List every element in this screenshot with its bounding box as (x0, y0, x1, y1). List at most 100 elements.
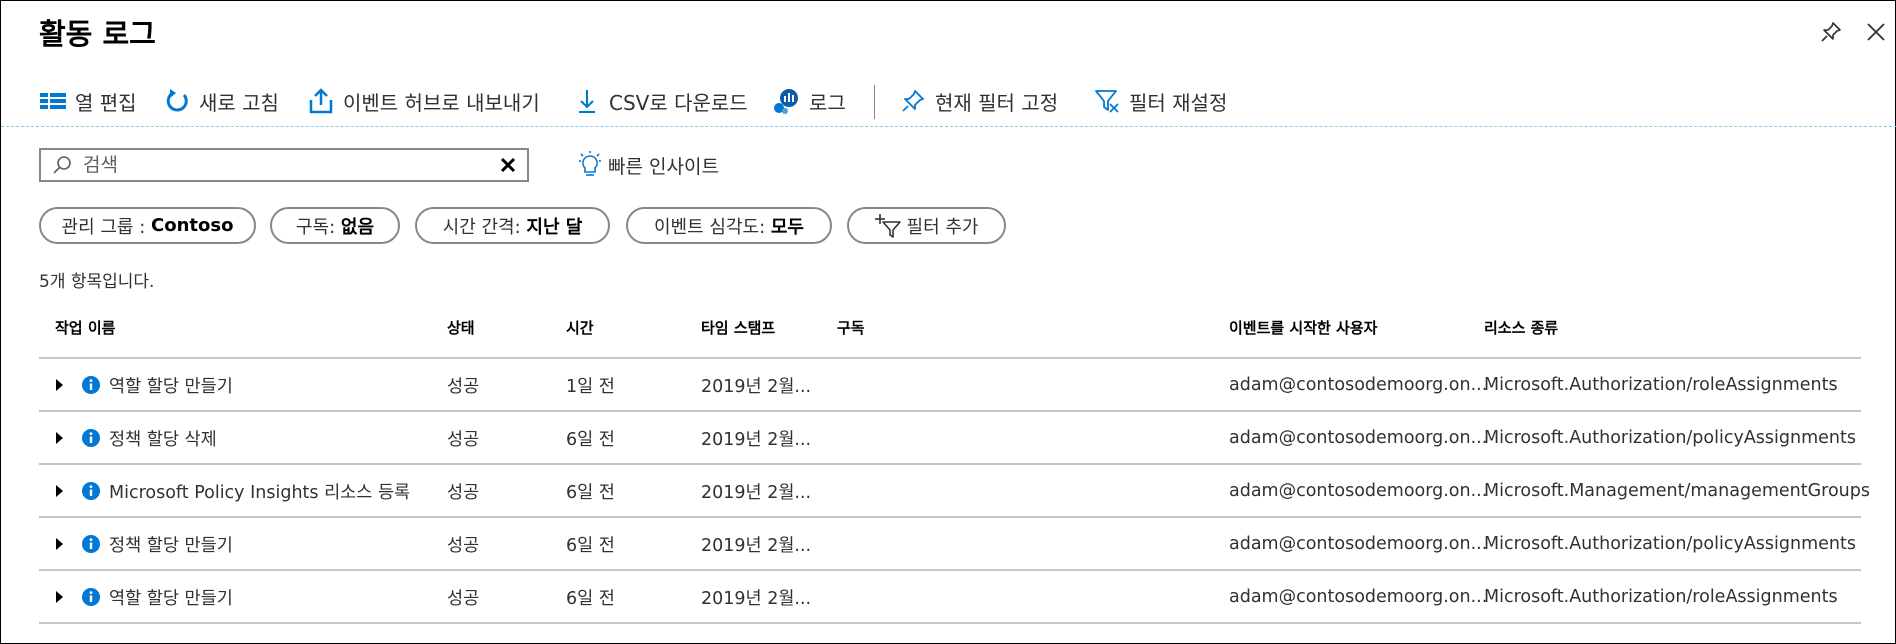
table-row[interactable]: 역할 할당 만들기 성공 6일 전 2019년 2월... adam@contosode… (39, 571, 1861, 624)
time-cell: 6일 전 (566, 535, 615, 556)
operation-name: 정책 할당 삭제 (109, 429, 217, 450)
resource-type-cell: Microsoft.Management/managementGroups (1484, 481, 1870, 501)
add-filter-icon (874, 213, 901, 238)
operation-cell: 정책 할당 삭제 (49, 412, 429, 464)
column-header-subscription[interactable]: 구독 (837, 317, 865, 338)
column-header-time[interactable]: 시간 (566, 317, 594, 338)
time-cell: 1일 전 (566, 376, 615, 397)
resource-type-cell: Microsoft.Authorization/policyAssignment… (1484, 534, 1856, 554)
toolbar-divider (874, 85, 875, 119)
time-cell: 6일 전 (566, 429, 615, 450)
initiated-by-cell: adam@contosodemoorg.on... (1229, 375, 1488, 395)
operation-name: 역할 할당 만들기 (109, 588, 233, 609)
refresh-icon (163, 87, 191, 115)
info-icon (81, 587, 101, 607)
column-header-timestamp[interactable]: 타임 스탬프 (701, 317, 775, 338)
time-cell: 6일 전 (566, 482, 615, 503)
initiated-by-cell: adam@contosodemoorg.on... (1229, 587, 1488, 607)
status-cell: 성공 (447, 588, 480, 609)
timestamp-cell: 2019년 2월... (701, 588, 812, 609)
pin-button[interactable] (1816, 17, 1846, 47)
status-cell: 성공 (447, 429, 480, 450)
expand-row-icon[interactable] (49, 481, 69, 501)
download-csv-label: CSV로 다운로드 (609, 90, 748, 115)
table-row[interactable]: 역할 할당 만들기 성공 1일 전 2019년 2월... adam@contosode… (39, 359, 1861, 412)
filter-pill-management-group[interactable]: 관리 그룹 : Contoso (39, 207, 256, 244)
column-header-resource-type[interactable]: 리소스 종류 (1484, 317, 1558, 338)
logs-label: 로그 (809, 90, 846, 115)
filter-label: 이벤트 심각도: (654, 216, 771, 238)
edit-columns-label: 열 편집 (75, 90, 137, 115)
operation-cell: 역할 할당 만들기 (49, 359, 429, 411)
search-icon (49, 152, 75, 178)
filter-value: 없음 (340, 216, 375, 238)
resource-type-cell: Microsoft.Authorization/policyAssignment… (1484, 428, 1856, 448)
info-icon (81, 428, 101, 448)
quick-insights-button[interactable]: 빠른 인사이트 (576, 149, 719, 181)
filter-label: 시간 간격: (442, 216, 527, 238)
add-filter-label: 필터 추가 (906, 216, 979, 238)
filter-reset-icon (1093, 87, 1121, 115)
column-header-initiated-by[interactable]: 이벤트를 시작한 사용자 (1229, 317, 1377, 338)
expand-row-icon[interactable] (49, 428, 69, 448)
filter-label: 구독: (295, 216, 341, 238)
info-icon (81, 534, 101, 554)
search-box (39, 148, 529, 182)
column-header-operation[interactable]: 작업 이름 (55, 317, 115, 338)
expand-row-icon[interactable] (49, 587, 69, 607)
initiated-by-cell: adam@contosodemoorg.on... (1229, 428, 1488, 448)
filter-value: 지난 달 (526, 216, 583, 238)
expand-row-icon[interactable] (49, 534, 69, 554)
status-cell: 성공 (447, 535, 480, 556)
download-csv-button[interactable]: CSV로 다운로드 (573, 85, 748, 117)
info-icon (81, 481, 101, 501)
download-icon (573, 87, 601, 115)
status-cell: 성공 (447, 482, 480, 503)
reset-filters-button[interactable]: 필터 재설정 (1093, 85, 1227, 117)
pin-icon (899, 87, 927, 115)
close-icon (1867, 23, 1885, 41)
logs-button[interactable]: 로그 (773, 85, 846, 117)
columns-icon (39, 87, 67, 115)
close-button[interactable] (1861, 17, 1891, 47)
table-row[interactable]: 정책 할당 삭제 성공 6일 전 2019년 2월... adam@contosodem… (39, 412, 1861, 465)
operation-name: 정책 할당 만들기 (109, 535, 233, 556)
table-row[interactable]: Microsoft Policy Insights 리소스 등록 성공 6일 전 20… (39, 465, 1870, 518)
refresh-button[interactable]: 새로 고침 (163, 85, 279, 117)
pin-filters-button[interactable]: 현재 필터 고정 (899, 85, 1058, 117)
filter-pill-severity[interactable]: 이벤트 심각도: 모두 (626, 207, 832, 244)
operation-cell: 역할 할당 만들기 (49, 571, 429, 623)
page-title: 활동 로그 (39, 17, 156, 51)
export-event-hub-button[interactable]: 이벤트 허브로 내보내기 (307, 85, 540, 117)
pin-icon (1821, 22, 1841, 42)
log-analytics-icon (773, 87, 801, 115)
info-icon (81, 375, 101, 395)
resource-type-cell: Microsoft.Authorization/roleAssignments (1484, 375, 1838, 395)
timestamp-cell: 2019년 2월... (701, 376, 812, 397)
filter-label: 관리 그룹 : (61, 216, 152, 238)
resource-type-cell: Microsoft.Authorization/roleAssignments (1484, 587, 1838, 607)
column-header-status[interactable]: 상태 (447, 317, 475, 338)
timestamp-cell: 2019년 2월... (701, 429, 812, 450)
lightbulb-icon (576, 150, 604, 180)
clear-search-button[interactable] (495, 152, 521, 178)
export-event-hub-label: 이벤트 허브로 내보내기 (343, 90, 540, 115)
quick-insights-label: 빠른 인사이트 (608, 155, 719, 178)
filter-pill-subscription[interactable]: 구독: 없음 (270, 207, 400, 244)
filter-pill-timespan[interactable]: 시간 간격: 지난 달 (415, 207, 610, 244)
reset-filters-label: 필터 재설정 (1129, 90, 1228, 115)
upload-icon (307, 87, 335, 115)
edit-columns-button[interactable]: 열 편집 (39, 85, 137, 117)
operation-cell: 정책 할당 만들기 (49, 518, 429, 570)
status-cell: 성공 (447, 376, 480, 397)
initiated-by-cell: adam@contosodemoorg.on... (1229, 481, 1488, 501)
close-icon (500, 157, 516, 173)
operation-cell: Microsoft Policy Insights 리소스 등록 (49, 465, 429, 517)
add-filter-button[interactable]: 필터 추가 (847, 207, 1006, 244)
activity-log-panel: 활동 로그 열 편집 새로 고침 이벤트 허브로 내보내기 CSV로 다운로드 … (0, 0, 1896, 644)
search-input[interactable] (83, 154, 495, 176)
table-row[interactable]: 정책 할당 만들기 성공 6일 전 2019년 2월... adam@contosode… (39, 518, 1861, 571)
filter-value: Contoso (151, 215, 234, 236)
expand-row-icon[interactable] (49, 375, 69, 395)
timestamp-cell: 2019년 2월... (701, 535, 812, 556)
